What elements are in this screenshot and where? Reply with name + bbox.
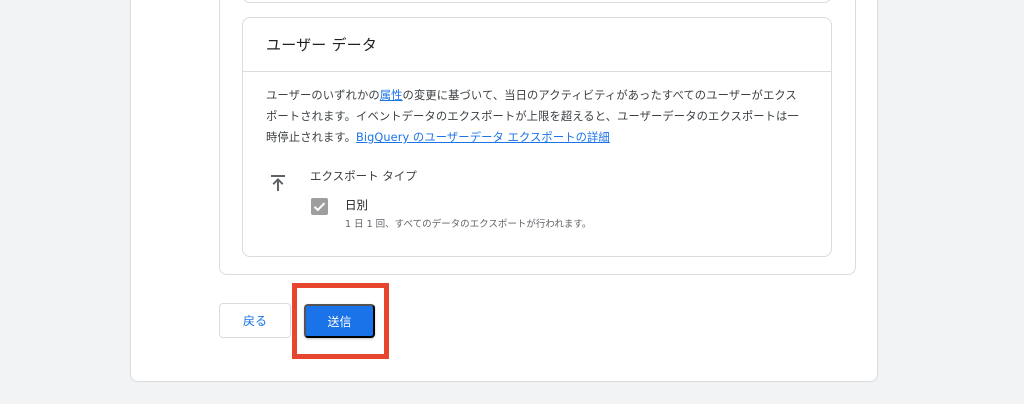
- user-data-description: ユーザーのいずれかの属性の変更に基づいて、当日のアクティビティがあったすべてのユ…: [266, 85, 808, 148]
- previous-card: [242, 0, 832, 3]
- card-title: ユーザー データ: [266, 36, 378, 54]
- daily-option-label: 日別: [345, 198, 368, 212]
- upload-icon: [269, 174, 287, 192]
- back-button[interactable]: 戻る: [219, 303, 291, 338]
- card-body: ユーザーのいずれかの属性の変更に基づいて、当日のアクティビティがあったすべてのユ…: [243, 72, 831, 238]
- daily-checkbox[interactable]: [311, 198, 328, 215]
- card-header: ユーザー データ: [243, 18, 831, 72]
- check-icon: [313, 202, 326, 212]
- submit-button[interactable]: 送信: [304, 304, 375, 338]
- daily-option-description: 1 日 1 回、すべてのデータのエクスポートが行われます。: [345, 219, 592, 230]
- description-text-start: ユーザーのいずれかの: [266, 89, 380, 102]
- export-type-row: エクスポート タイプ 日別 1 日 1 回、すべてのデータのエクスポートが行われ…: [266, 168, 808, 238]
- export-type-label: エクスポート タイプ: [310, 169, 417, 183]
- bigquery-details-link[interactable]: BigQuery のユーザーデータ エクスポートの詳細: [356, 131, 610, 144]
- user-data-card: ユーザー データ ユーザーのいずれかの属性の変更に基づいて、当日のアクティビティ…: [242, 17, 832, 257]
- attribute-link[interactable]: 属性: [380, 89, 403, 102]
